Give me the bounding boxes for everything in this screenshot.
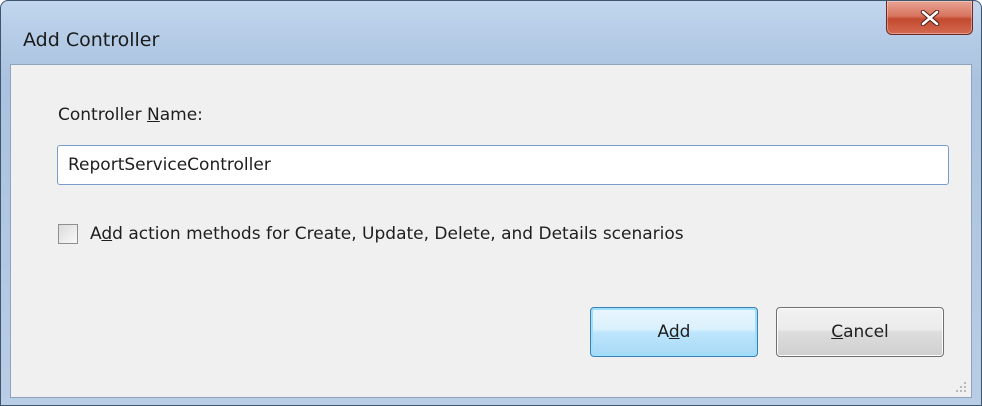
resize-grip-icon[interactable] [953, 379, 967, 393]
accelerator-key: C [831, 322, 844, 342]
action-methods-label[interactable]: Add action methods for Create, Update, D… [90, 224, 684, 244]
controller-name-input[interactable]: ReportServiceController [57, 145, 949, 185]
accelerator-key: d [668, 322, 680, 342]
action-methods-option[interactable]: Add action methods for Create, Update, D… [58, 224, 684, 244]
accelerator-key: N [147, 105, 160, 125]
add-controller-dialog: Add Controller Controller Name: ReportSe… [0, 0, 982, 406]
add-button[interactable]: Add [590, 307, 758, 357]
close-button[interactable] [886, 1, 973, 35]
title-bar[interactable]: Add Controller [1, 1, 981, 65]
controller-name-value: ReportServiceController [68, 155, 271, 175]
cancel-button-label: Cancel [831, 322, 889, 342]
add-button-label: Add [657, 322, 691, 342]
accelerator-key: d [101, 224, 113, 244]
cancel-button[interactable]: Cancel [776, 307, 944, 357]
dialog-body: Controller Name: ReportServiceController… [10, 64, 972, 398]
close-x-icon [920, 9, 939, 26]
action-methods-checkbox[interactable] [58, 224, 78, 244]
dialog-title: Add Controller [23, 29, 160, 51]
controller-name-label: Controller Name: [58, 105, 203, 125]
